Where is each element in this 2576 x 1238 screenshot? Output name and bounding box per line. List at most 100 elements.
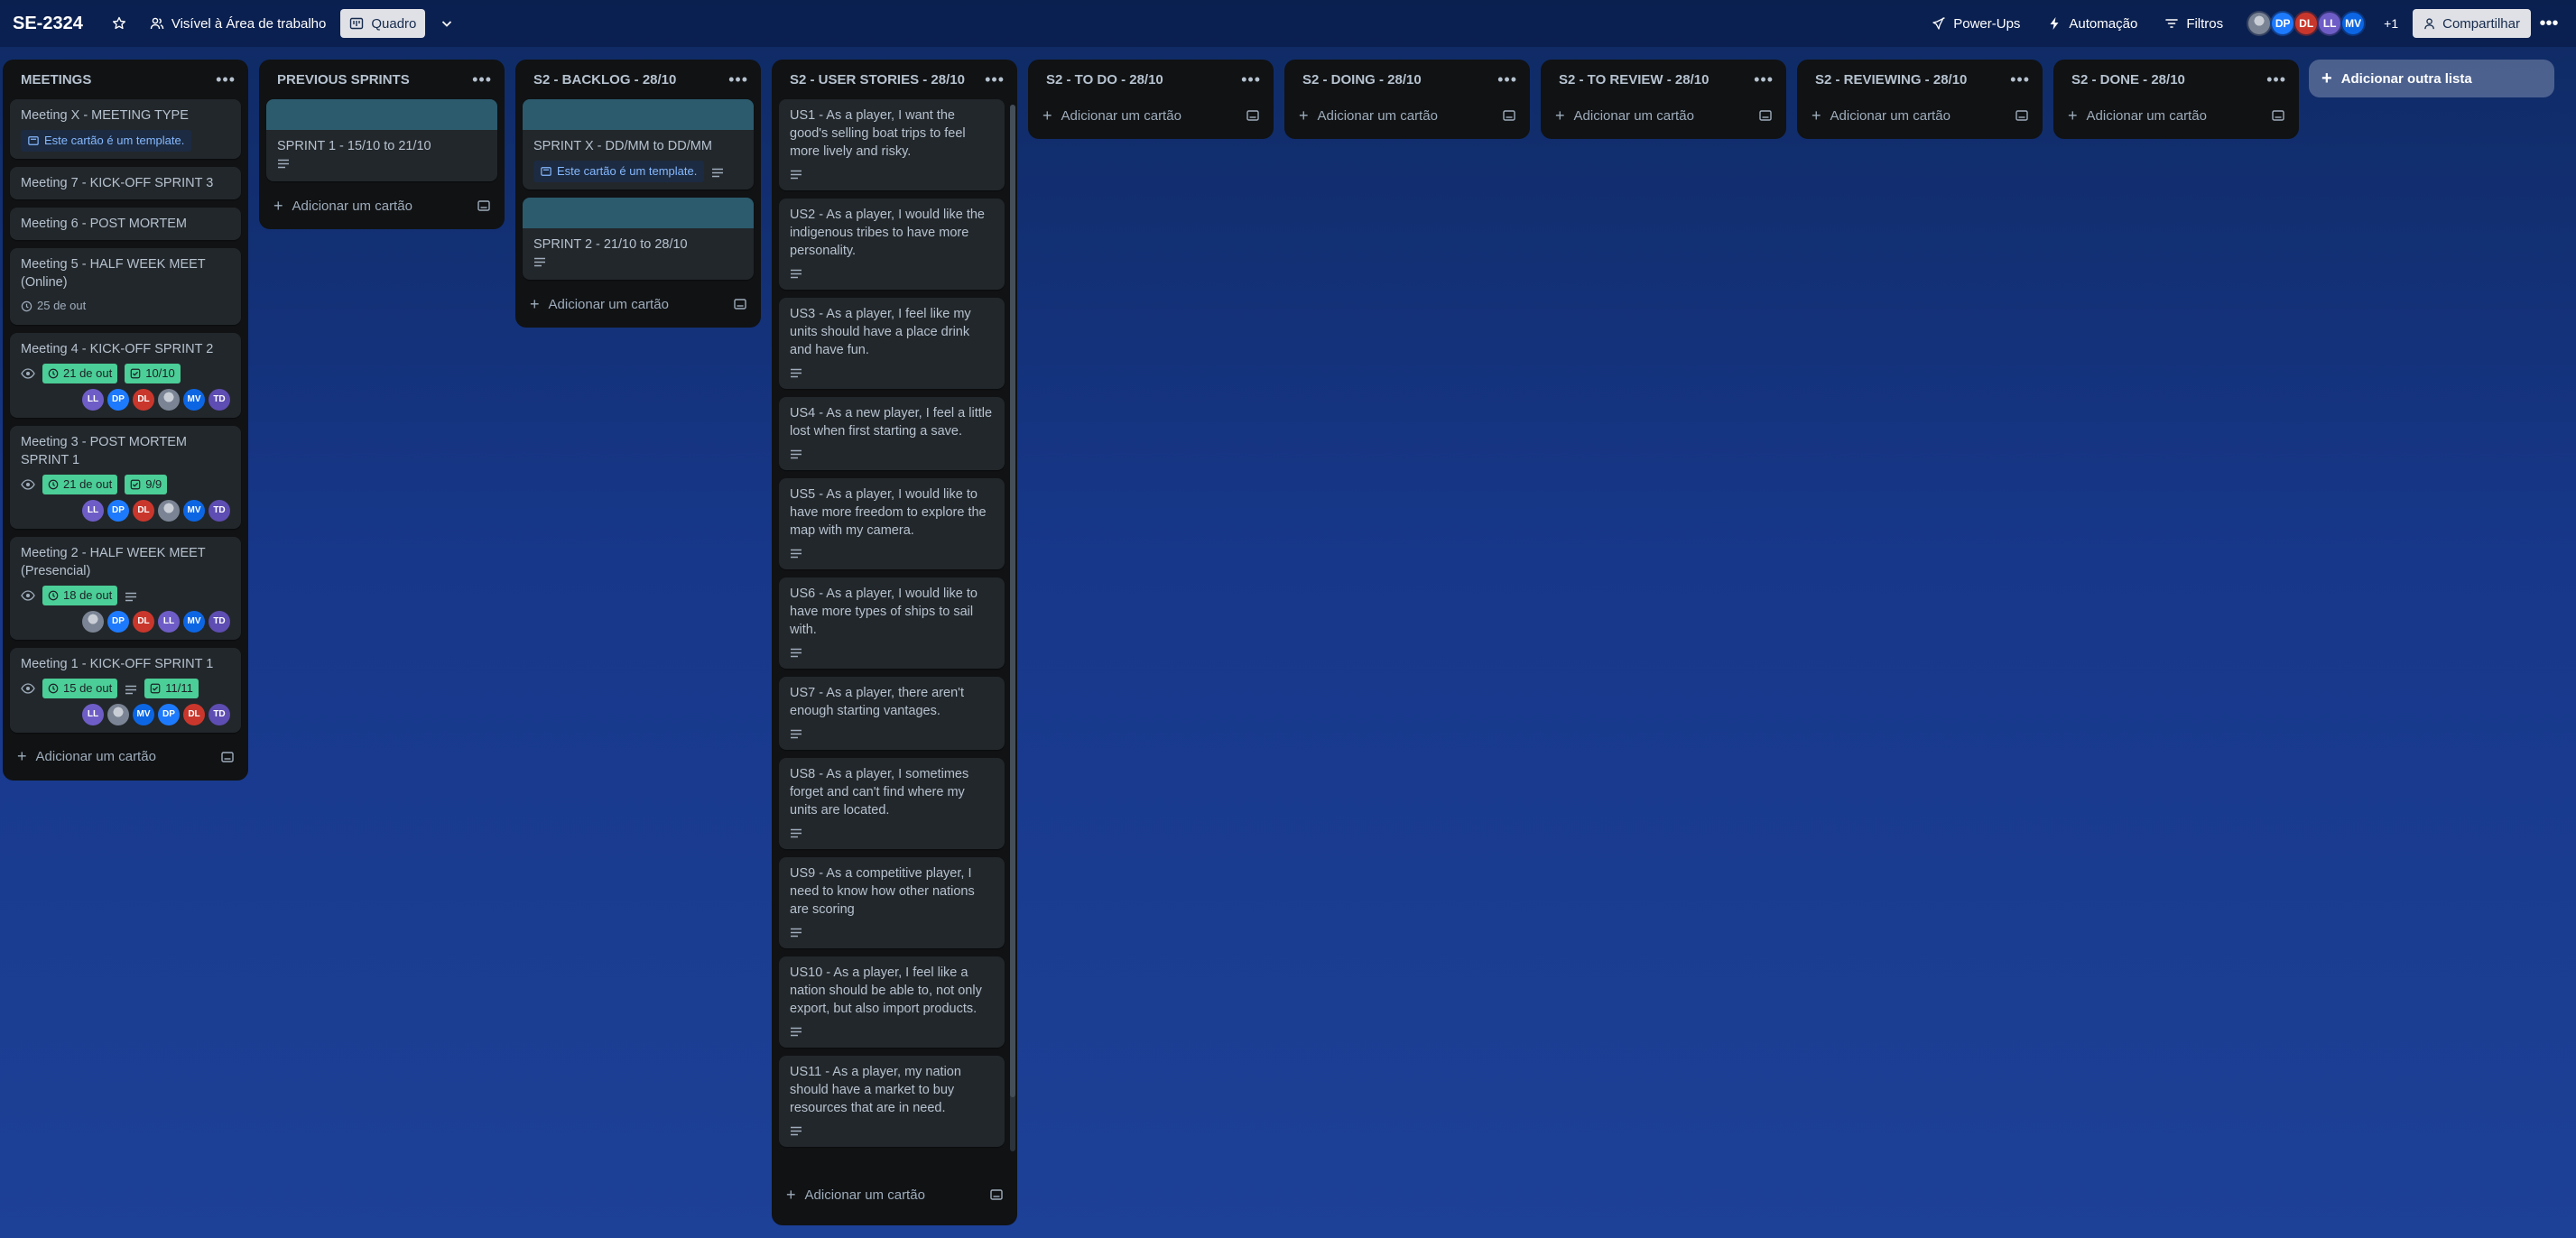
add-list-button[interactable]: + Adicionar outra lista (2309, 60, 2554, 97)
list-meetings[interactable]: MEETINGS ••• Meeting X - MEETING TYPE Es… (3, 60, 248, 781)
add-card-button[interactable]: + Adicionar um cartão (1292, 99, 1523, 132)
template-icon[interactable] (1503, 109, 1515, 122)
avatar-mv[interactable]: MV (183, 388, 205, 411)
card[interactable]: US5 - As a player, I would like to have … (779, 478, 1005, 569)
list-scrollbar[interactable] (1010, 105, 1015, 1151)
card[interactable]: Meeting 1 - KICK-OFF SPRINT 1 15 de out … (10, 647, 241, 733)
add-card-button[interactable]: + Adicionar um cartão (779, 1178, 1010, 1211)
due-date-badge[interactable]: 21 de out (42, 474, 118, 494)
list-title[interactable]: S2 - REVIEWING - 28/10 (1815, 72, 1967, 88)
avatar-dl[interactable]: DL (183, 703, 205, 725)
card[interactable]: Meeting 3 - POST MORTEM SPRINT 1 21 de o… (10, 425, 241, 529)
avatar-dl[interactable]: DL (133, 610, 154, 633)
card[interactable]: SPRINT 1 - 15/10 to 21/10 (266, 99, 497, 181)
card[interactable]: US7 - As a player, there aren't enough s… (779, 677, 1005, 750)
list-menu-button[interactable]: ••• (2010, 70, 2030, 89)
photo-avatar[interactable] (158, 499, 180, 522)
list-user-stories[interactable]: S2 - USER STORIES - 28/10 ••• US1 - As a… (772, 60, 1017, 1225)
card[interactable]: Meeting 7 - KICK-OFF SPRINT 3 (10, 167, 241, 199)
template-icon[interactable] (1246, 109, 1259, 122)
avatar-mv[interactable]: MV (183, 610, 205, 633)
due-date[interactable]: 25 de out (21, 297, 86, 315)
list-cards-scroll[interactable]: US1 - As a player, I want the good's sel… (779, 99, 1010, 1178)
card[interactable]: Meeting 5 - HALF WEEK MEET (Online) 25 d… (10, 248, 241, 325)
add-card-button[interactable]: + Adicionar um cartão (523, 288, 754, 320)
card[interactable]: US2 - As a player, I would like the indi… (779, 199, 1005, 290)
photo-avatar[interactable] (158, 388, 180, 411)
avatar-dl[interactable]: DL (133, 499, 154, 522)
card[interactable]: SPRINT X - DD/MM to DD/MM Este cartão é … (523, 99, 754, 189)
card[interactable]: Meeting 2 - HALF WEEK MEET (Presencial) … (10, 536, 241, 640)
avatar-td[interactable]: TD (208, 703, 230, 725)
card[interactable]: US3 - As a player, I feel like my units … (779, 298, 1005, 389)
card[interactable]: US8 - As a player, I sometimes forget an… (779, 758, 1005, 849)
list-menu-button[interactable]: ••• (985, 70, 1005, 89)
avatar-td[interactable]: TD (208, 610, 230, 633)
list-doing[interactable]: S2 - DOING - 28/10 ••• + Adicionar um car… (1284, 60, 1530, 139)
avatar-dl[interactable]: DL (133, 388, 154, 411)
add-card-button[interactable]: + Adicionar um cartão (266, 189, 497, 222)
template-icon[interactable] (2015, 109, 2028, 122)
add-card-button[interactable]: + Adicionar um cartão (1548, 99, 1779, 132)
avatar-mv[interactable]: MV (133, 703, 154, 725)
avatar-ll[interactable]: LL (158, 610, 180, 633)
avatar-dp[interactable]: DP (107, 610, 129, 633)
avatar-td[interactable]: TD (208, 499, 230, 522)
list-menu-button[interactable]: ••• (2266, 70, 2286, 89)
add-card-button[interactable]: + Adicionar um cartão (2061, 99, 2292, 132)
card[interactable]: US6 - As a player, I would like to have … (779, 577, 1005, 669)
list-menu-button[interactable]: ••• (1754, 70, 1774, 89)
template-icon[interactable] (1759, 109, 1772, 122)
avatar-ll[interactable]: LL (82, 703, 104, 725)
card[interactable]: US11 - As a player, my nation should hav… (779, 1056, 1005, 1147)
avatar-mv[interactable]: MV (183, 499, 205, 522)
template-icon[interactable] (734, 298, 746, 310)
card[interactable]: US4 - As a new player, I feel a little l… (779, 397, 1005, 470)
photo-avatar[interactable] (107, 703, 129, 725)
template-icon[interactable] (2272, 109, 2284, 122)
template-icon[interactable] (990, 1188, 1003, 1201)
avatar-dp[interactable]: DP (158, 703, 180, 725)
add-card-button[interactable]: + Adicionar um cartão (1804, 99, 2035, 132)
template-icon[interactable] (477, 199, 490, 212)
card[interactable]: US10 - As a player, I feel like a nation… (779, 956, 1005, 1048)
list-menu-button[interactable]: ••• (1497, 70, 1517, 89)
list-done[interactable]: S2 - DONE - 28/10 ••• + Adicionar um cart… (2053, 60, 2299, 139)
card[interactable]: Meeting X - MEETING TYPE Este cartão é u… (10, 99, 241, 159)
list-backlog[interactable]: S2 - BACKLOG - 28/10 ••• SPRINT X - DD/M… (515, 60, 761, 328)
add-card-button[interactable]: + Adicionar um cartão (1035, 99, 1266, 132)
list-title[interactable]: S2 - USER STORIES - 28/10 (790, 72, 965, 88)
list-title[interactable]: PREVIOUS SPRINTS (277, 72, 410, 88)
list-to-review[interactable]: S2 - TO REVIEW - 28/10 ••• + Adicionar um… (1541, 60, 1786, 139)
due-date-badge[interactable]: 15 de out (42, 678, 118, 698)
due-date-badge[interactable]: 21 de out (42, 363, 118, 383)
list-todo[interactable]: S2 - TO DO - 28/10 ••• + Adicionar um car… (1028, 60, 1274, 139)
card[interactable]: Meeting 4 - KICK-OFF SPRINT 2 21 de out … (10, 332, 241, 418)
list-title[interactable]: S2 - TO REVIEW - 28/10 (1559, 72, 1709, 88)
card[interactable]: SPRINT 2 - 21/10 to 28/10 (523, 198, 754, 280)
list-title[interactable]: S2 - DOING - 28/10 (1302, 72, 1422, 88)
list-menu-button[interactable]: ••• (216, 70, 236, 89)
list-previous-sprints[interactable]: PREVIOUS SPRINTS ••• SPRINT 1 - 15/10 to… (259, 60, 505, 229)
photo-avatar[interactable] (82, 610, 104, 633)
avatar-td[interactable]: TD (208, 388, 230, 411)
list-title[interactable]: S2 - TO DO - 28/10 (1046, 72, 1163, 88)
list-title[interactable]: MEETINGS (21, 72, 91, 88)
list-title[interactable]: S2 - BACKLOG - 28/10 (533, 72, 676, 88)
add-card-button[interactable]: + Adicionar um cartão (10, 741, 241, 773)
card[interactable]: Meeting 6 - POST MORTEM (10, 208, 241, 240)
avatar-ll[interactable]: LL (82, 499, 104, 522)
list-reviewing[interactable]: S2 - REVIEWING - 28/10 ••• + Adicionar um… (1797, 60, 2043, 139)
card[interactable]: US1 - As a player, I want the good's sel… (779, 99, 1005, 190)
template-icon[interactable] (221, 751, 234, 763)
scrollbar-thumb[interactable] (1010, 105, 1015, 1097)
avatar-dp[interactable]: DP (107, 499, 129, 522)
list-menu-button[interactable]: ••• (728, 70, 748, 89)
list-title[interactable]: S2 - DONE - 28/10 (2071, 72, 2185, 88)
due-date-badge[interactable]: 18 de out (42, 585, 118, 605)
avatar-ll[interactable]: LL (82, 388, 104, 411)
list-menu-button[interactable]: ••• (1241, 70, 1261, 89)
avatar-dp[interactable]: DP (107, 388, 129, 411)
card[interactable]: US9 - As a competitive player, I need to… (779, 857, 1005, 948)
list-menu-button[interactable]: ••• (472, 70, 492, 89)
